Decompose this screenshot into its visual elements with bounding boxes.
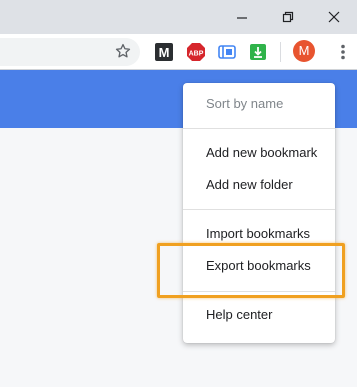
organize-menu: Sort by name Add new bookmark Add new fo… — [183, 83, 335, 343]
adblock-plus-label: ABP — [189, 51, 204, 58]
menu-item-sort-by-name[interactable]: Sort by name — [183, 89, 335, 119]
menu-item-add-new-bookmark[interactable]: Add new bookmark — [183, 138, 335, 168]
menu-divider — [183, 128, 335, 129]
m-extension-label: M — [159, 45, 170, 60]
adblock-plus-button[interactable]: ABP — [186, 42, 206, 62]
m-extension-button[interactable]: M — [154, 42, 174, 62]
minimize-button[interactable] — [219, 0, 265, 34]
restore-button[interactable] — [265, 0, 311, 34]
download-icon — [250, 44, 266, 60]
bookmark-star-button[interactable] — [113, 41, 133, 61]
close-button[interactable] — [311, 0, 357, 34]
browser-menu-button[interactable] — [333, 42, 353, 62]
browser-toolbar: M ABP M — [0, 34, 357, 70]
star-icon — [115, 43, 131, 58]
adblock-plus-icon: ABP — [187, 43, 205, 61]
window-title-bar — [0, 0, 357, 34]
restore-icon — [282, 11, 294, 23]
export-highlight-box — [157, 243, 345, 298]
download-extension-button[interactable] — [248, 42, 268, 62]
minimize-icon — [237, 17, 247, 19]
menu-item-add-new-folder[interactable]: Add new folder — [183, 170, 335, 200]
more-vertical-icon — [341, 44, 345, 60]
menu-divider — [183, 209, 335, 210]
close-icon — [328, 11, 340, 23]
blue-extension-icon — [218, 45, 236, 59]
profile-avatar[interactable]: M — [293, 40, 315, 62]
menu-item-help-center[interactable]: Help center — [183, 300, 335, 330]
m-extension-icon: M — [155, 43, 173, 61]
blue-extension-button[interactable] — [217, 42, 237, 62]
toolbar-separator — [280, 42, 281, 62]
